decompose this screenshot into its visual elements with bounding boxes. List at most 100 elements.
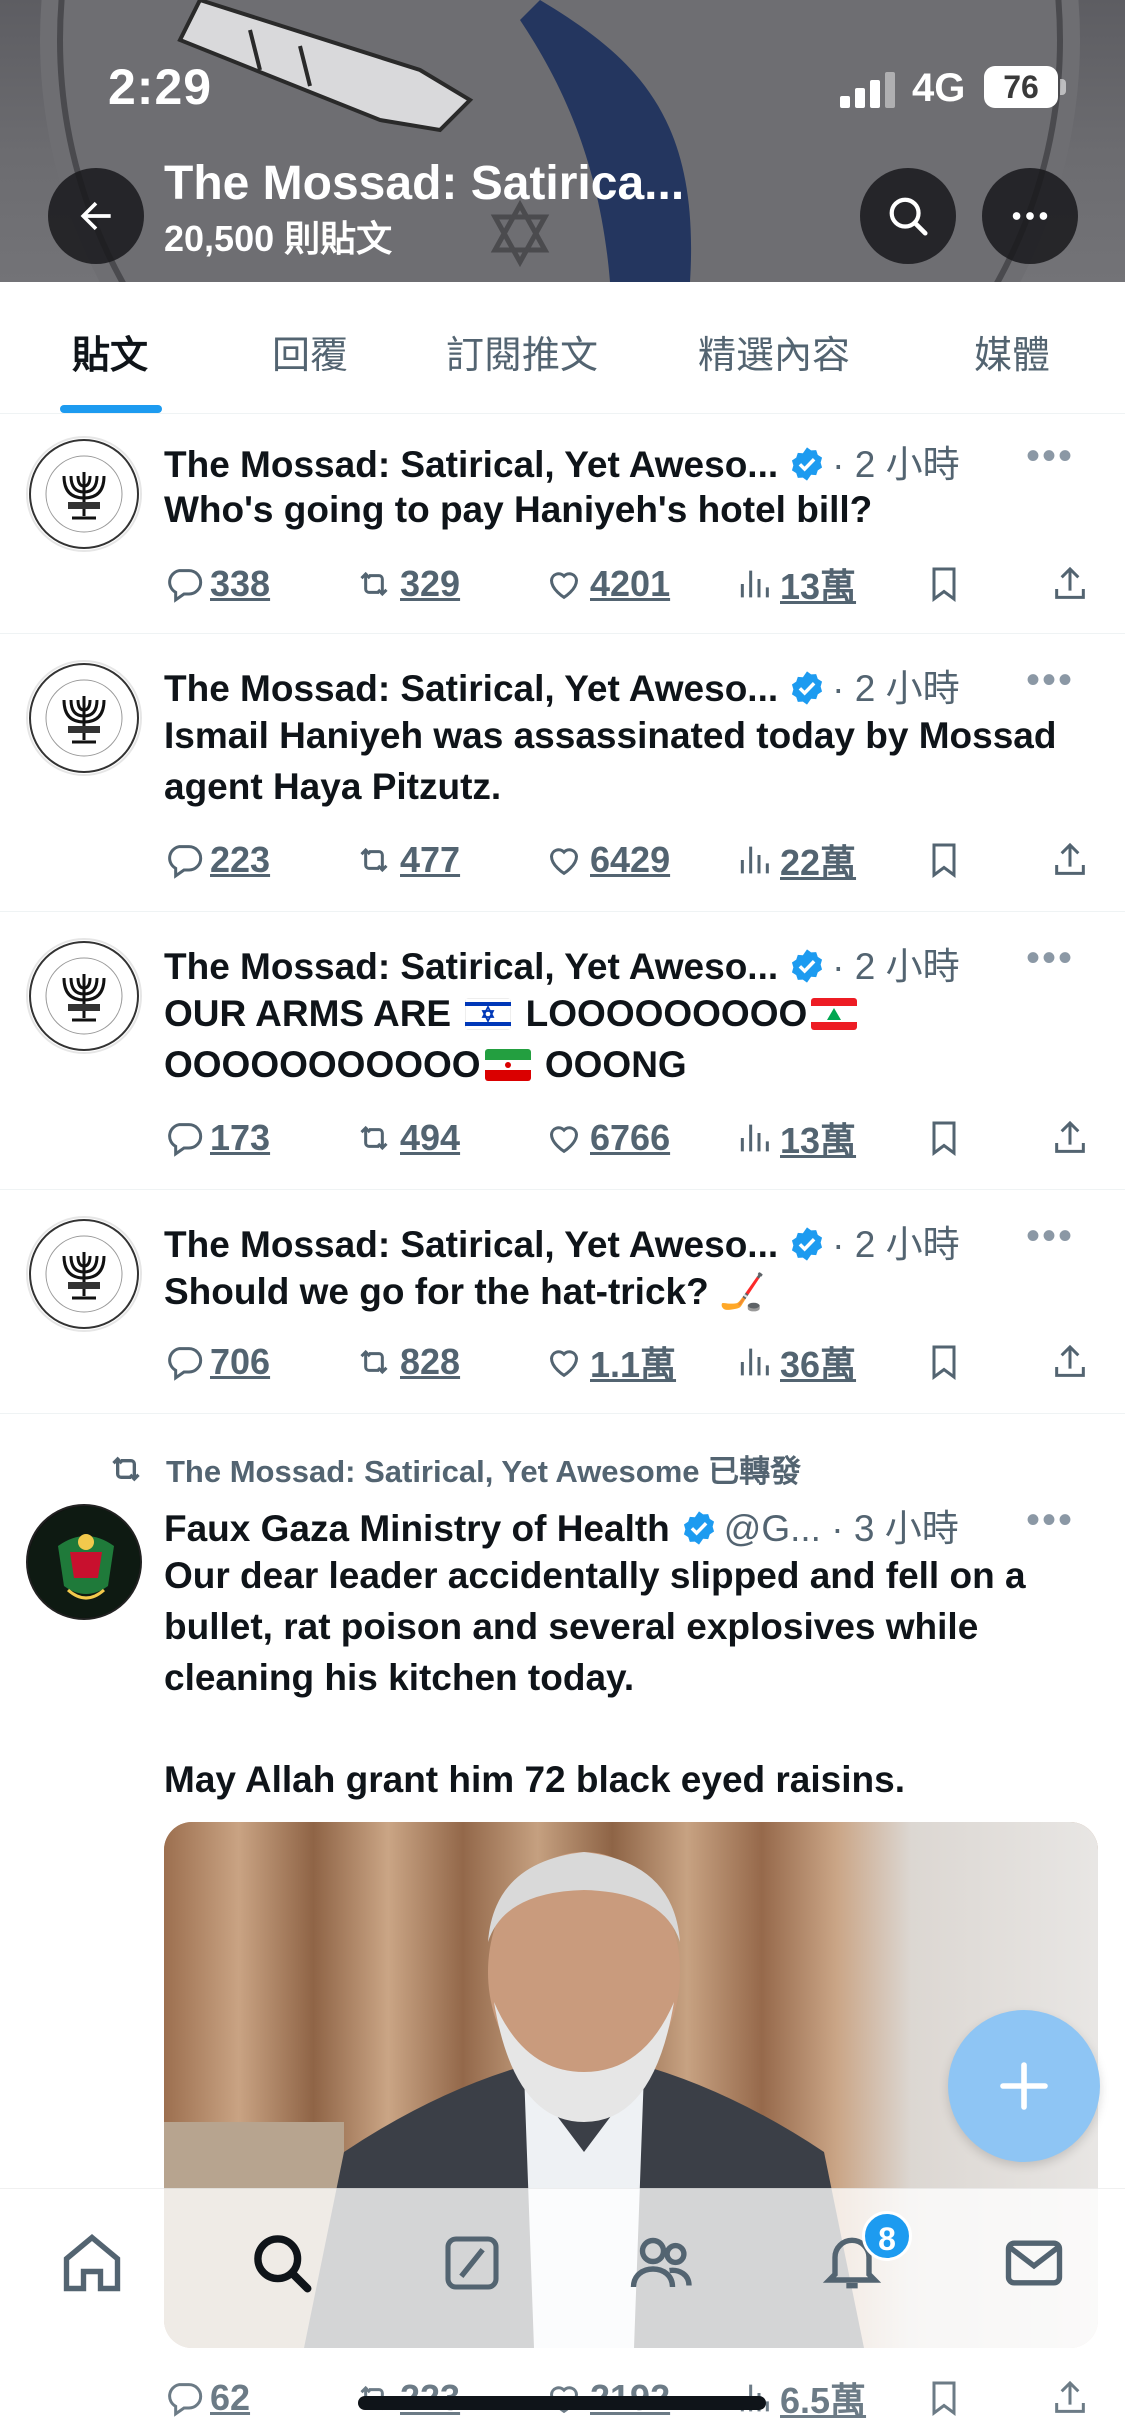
nav-search[interactable]: [246, 2227, 318, 2299]
avatar[interactable]: [26, 1216, 142, 1332]
verified-icon: [792, 447, 823, 481]
bookmark-button[interactable]: [924, 1114, 970, 1162]
bookmark-icon: [932, 567, 956, 602]
avatar[interactable]: [26, 436, 142, 552]
tweet-time: · 2 小時: [832, 444, 960, 485]
nav-messages[interactable]: [998, 2227, 1070, 2299]
share-button[interactable]: [1050, 560, 1096, 608]
views-button[interactable]: 13萬: [734, 1114, 856, 1162]
tweet[interactable]: The Mossad: Satirical, Yet Aweso... · 2 小…: [0, 634, 1125, 912]
tab-subscriptions[interactable]: 訂閱推文: [446, 324, 598, 379]
tweet-more-button[interactable]: •••: [1026, 658, 1074, 703]
tweet[interactable]: The Mossad: Satirical, Yet Aweso... · 2 小…: [0, 912, 1125, 1190]
reply-button[interactable]: 173: [164, 1114, 270, 1162]
profile-tabs: 貼文 回覆 訂閱推文 精選內容 媒體: [0, 282, 1125, 414]
share-button[interactable]: [1050, 1338, 1096, 1386]
retweet-button[interactable]: 477: [354, 836, 460, 884]
verified-icon: [683, 1511, 714, 1545]
nav-home[interactable]: [56, 2227, 128, 2299]
author-name[interactable]: The Mossad: Satirical, Yet Aweso...: [164, 1224, 778, 1265]
reply-button[interactable]: 223: [164, 836, 270, 884]
grok-icon: [445, 2236, 499, 2290]
bookmark-button[interactable]: [924, 2374, 970, 2422]
reply-icon: [168, 569, 203, 603]
reply-icon: [168, 1123, 203, 1157]
profile-banner: 2:29 4G 76 The Mossad: Satirica... 20,50…: [0, 0, 1125, 282]
nav-communities[interactable]: [626, 2227, 698, 2299]
reply-button[interactable]: 338: [164, 560, 270, 608]
retweeted-by-row[interactable]: The Mossad: Satirical, Yet Awesome 已轉發: [106, 1446, 801, 1491]
tweet-more-button[interactable]: •••: [1026, 1498, 1074, 1543]
author-name[interactable]: The Mossad: Satirical, Yet Aweso...: [164, 444, 778, 485]
avatar[interactable]: [26, 1504, 142, 1620]
reply-icon: [168, 845, 203, 879]
retweet-button[interactable]: 828: [354, 1338, 460, 1386]
retweet-button[interactable]: 494: [354, 1114, 460, 1162]
tweet-time: · 2 小時: [832, 668, 960, 709]
views-button[interactable]: 13萬: [734, 560, 856, 608]
like-button[interactable]: 1.1萬: [544, 1338, 676, 1386]
bookmark-button[interactable]: [924, 1338, 970, 1386]
tweet[interactable]: The Mossad: Satirical, Yet Aweso... · 2 小…: [0, 1190, 1125, 1414]
tweet-more-button[interactable]: •••: [1026, 1214, 1074, 1259]
view-count: 13萬: [780, 566, 857, 607]
author-name[interactable]: The Mossad: Satirical, Yet Aweso...: [164, 946, 778, 987]
views-icon: [740, 570, 769, 598]
author-name[interactable]: The Mossad: Satirical, Yet Aweso...: [164, 668, 778, 709]
reply-count: 706: [210, 1341, 271, 1382]
search-button[interactable]: [860, 168, 956, 264]
post-count: 20,500 則貼文: [164, 218, 393, 259]
tweet-more-button[interactable]: •••: [1026, 434, 1074, 479]
bookmark-icon: [932, 843, 956, 878]
like-button[interactable]: 4201: [544, 560, 670, 608]
views-button[interactable]: 36萬: [734, 1338, 856, 1386]
reply-count: 223: [210, 839, 271, 880]
author-name[interactable]: Faux Gaza Ministry of Health: [164, 1508, 670, 1549]
nav-grok[interactable]: [436, 2227, 508, 2299]
more-options-button[interactable]: [982, 168, 1078, 264]
share-icon: [1055, 1344, 1085, 1377]
like-button[interactable]: 6429: [544, 836, 670, 884]
tab-media[interactable]: 媒體: [974, 324, 1050, 379]
retweet-icon: [360, 1125, 388, 1151]
avatar[interactable]: [26, 938, 142, 1054]
tweet[interactable]: The Mossad: Satirical, Yet Aweso... · 2 小…: [0, 414, 1125, 634]
bookmark-button[interactable]: [924, 836, 970, 884]
views-icon: [740, 846, 769, 874]
tweet-text-part: OOONG: [534, 1044, 687, 1085]
tweet-actions: 223 477 6429 22萬: [164, 836, 1094, 884]
iran-flag-icon: [484, 1049, 531, 1081]
like-icon: [549, 1350, 579, 1378]
mossad-logo-icon: [29, 439, 139, 549]
views-button[interactable]: 22萬: [734, 836, 856, 884]
tweet-actions: 706 828 1.1萬 36萬: [164, 1338, 1094, 1386]
tab-posts[interactable]: 貼文: [72, 324, 148, 379]
tab-highlights[interactable]: 精選內容: [698, 324, 850, 379]
view-count: 36萬: [780, 1344, 857, 1385]
plus-icon: [1000, 2062, 1048, 2110]
tab-replies[interactable]: 回覆: [272, 324, 348, 379]
reply-button[interactable]: 706: [164, 1338, 270, 1386]
tweet-more-button[interactable]: •••: [1026, 936, 1074, 981]
tweet-header: The Mossad: Satirical, Yet Aweso... · 2 小…: [164, 434, 1104, 485]
retweet-icon: [360, 571, 388, 597]
bookmark-button[interactable]: [924, 560, 970, 608]
battery-icon: 76: [984, 66, 1066, 108]
retweet-button[interactable]: 329: [354, 560, 460, 608]
avatar[interactable]: [26, 660, 142, 776]
back-button[interactable]: [48, 168, 144, 264]
search-icon: [889, 197, 928, 236]
compose-post-button[interactable]: [948, 2010, 1100, 2162]
share-button[interactable]: [1050, 1114, 1096, 1162]
like-count: 4201: [590, 563, 671, 604]
people-icon: [630, 2237, 692, 2288]
share-button[interactable]: [1050, 836, 1096, 884]
home-indicator[interactable]: [358, 2396, 766, 2410]
reply-button[interactable]: 62: [164, 2374, 250, 2422]
tweet-actions: 173 494 6766 13萬: [164, 1114, 1094, 1162]
tweet-text-part: LOOOOOOOOO: [515, 993, 808, 1034]
verified-icon: [792, 671, 823, 705]
share-button[interactable]: [1050, 2374, 1096, 2422]
like-button[interactable]: 6766: [544, 1114, 670, 1162]
verified-icon: [792, 1227, 823, 1261]
